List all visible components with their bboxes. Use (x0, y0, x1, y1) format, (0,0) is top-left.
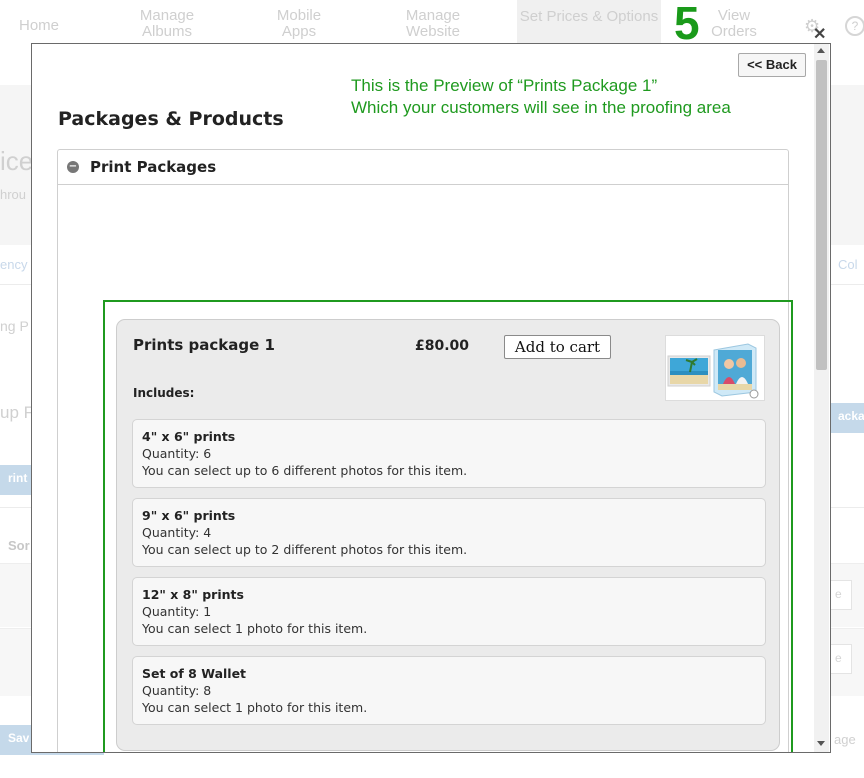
package-item-quantity: Quantity: 1 (142, 604, 212, 619)
includes-label: Includes: (133, 386, 195, 400)
bg-pricing-fragment: ng P (0, 318, 29, 334)
add-to-cart-button[interactable]: Add to cart (504, 335, 611, 359)
package-item-quantity: Quantity: 4 (142, 525, 212, 540)
package-item: Set of 8 Wallet Quantity: 8 You can sele… (132, 656, 766, 725)
package-item-title: 12" x 8" prints (142, 587, 244, 602)
nav-set-prices-label: Set Prices & Options (519, 8, 659, 25)
package-item: 12" x 8" prints Quantity: 1 You can sele… (132, 577, 766, 646)
close-icon[interactable]: ✕ (813, 24, 826, 44)
annotation-line-2: Which your customers will see in the pro… (351, 98, 731, 117)
nav-home[interactable]: Home (14, 18, 64, 34)
accordion-header[interactable]: − Print Packages (58, 150, 788, 185)
accordion-title[interactable]: Print Packages (90, 158, 216, 176)
bg-print-packages-button[interactable]: rint Pa (0, 465, 32, 495)
product-photo-thumbnail[interactable] (665, 335, 765, 401)
bg-sort-fragment: Sor (8, 538, 30, 553)
nav-manage-website[interactable]: Manage Website (396, 8, 470, 40)
scroll-thumb[interactable] (816, 60, 827, 370)
nav-view-orders[interactable]: View Orders (706, 8, 762, 40)
bg-tab-fragment-left[interactable]: ency (0, 257, 27, 272)
package-item: 9" x 6" prints Quantity: 4 You can selec… (132, 498, 766, 567)
bg-row-button[interactable]: e (830, 644, 852, 674)
package-item-title: Set of 8 Wallet (142, 666, 247, 681)
package-item-quantity: Quantity: 8 (142, 683, 212, 698)
nav-set-prices[interactable]: Set Prices & Options (517, 0, 661, 44)
product-photo-thumbnail-icon (667, 343, 759, 399)
back-button[interactable]: << Back (738, 53, 806, 77)
print-packages-accordion: − Print Packages Prints package 1 £80.00… (57, 149, 793, 752)
page-title: Packages & Products (58, 108, 284, 130)
bg-heading-fragment: ice (0, 146, 34, 176)
package-item-title: 9" x 6" prints (142, 508, 236, 523)
package-item-note: You can select 1 photo for this item. (142, 700, 368, 715)
package-item: 4" x 6" prints Quantity: 6 You can selec… (132, 419, 766, 488)
preview-annotation: This is the Preview of “Prints Package 1… (351, 75, 731, 119)
top-navigation: Home Manage Albums Mobile Apps Manage We… (0, 0, 864, 49)
scroll-up-arrow-icon[interactable] (817, 48, 825, 53)
package-item-note: You can select up to 6 different photos … (142, 463, 468, 478)
package-price: £80.00 (415, 338, 470, 354)
package-name: Prints package 1 (133, 336, 275, 354)
preview-modal: << Back This is the Preview of “Prints P… (31, 43, 831, 753)
nav-mobile-apps[interactable]: Mobile Apps (266, 8, 332, 40)
bg-subtext-fragment: hrou (0, 187, 27, 202)
modal-scrollbar[interactable] (814, 44, 829, 752)
bg-setup-fragment: up F (0, 403, 35, 422)
nav-manage-albums[interactable]: Manage Albums (130, 8, 204, 40)
bg-row-button[interactable]: e (830, 580, 852, 610)
package-card: Prints package 1 £80.00 Add to cart Incl… (116, 319, 780, 751)
collapse-circle-icon[interactable]: − (67, 161, 79, 173)
help-icon[interactable]: ? (845, 16, 864, 36)
package-item-quantity: Quantity: 6 (142, 446, 212, 461)
preview-highlight-frame: Prints package 1 £80.00 Add to cart Incl… (103, 300, 793, 752)
annotation-line-1: This is the Preview of “Prints Package 1… (351, 76, 658, 95)
bg-tab-fragment-right[interactable]: Col (838, 257, 858, 272)
package-item-note: You can select 1 photo for this item. (142, 621, 368, 636)
package-item-note: You can select up to 2 different photos … (142, 542, 468, 557)
package-item-title: 4" x 6" prints (142, 429, 236, 444)
bg-package-button[interactable]: acka (830, 403, 864, 433)
bg-page-fragment: age (834, 732, 856, 747)
scroll-down-arrow-icon[interactable] (817, 741, 825, 746)
